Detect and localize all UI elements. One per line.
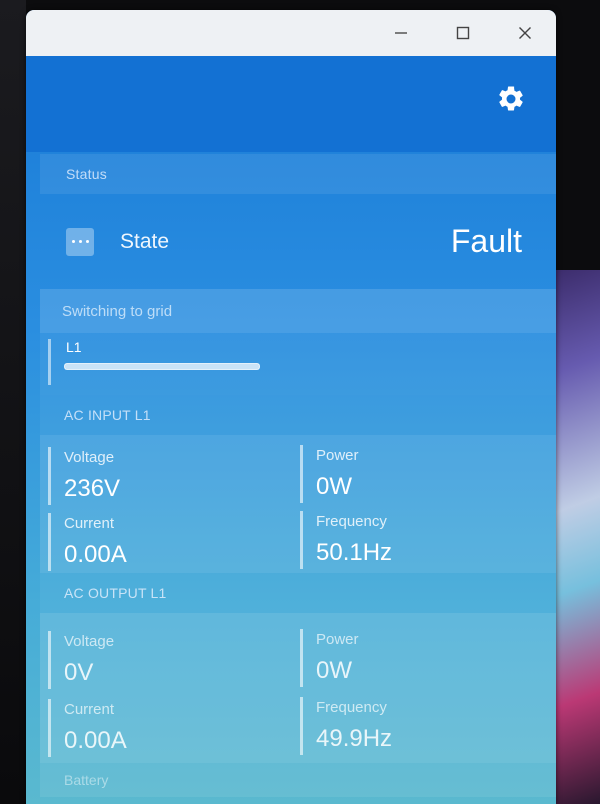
ac-output-current: Current 0.00A: [48, 697, 288, 759]
desktop-background: [0, 0, 26, 804]
current-label: Current: [64, 701, 115, 718]
accent-bar: [300, 629, 303, 687]
gear-icon: [496, 86, 526, 118]
accent-bar: [48, 339, 51, 385]
frequency-label: Frequency: [316, 699, 387, 716]
accent-bar: [48, 631, 51, 689]
minimize-button[interactable]: [370, 10, 432, 56]
ac-input-current: Current 0.00A: [48, 511, 288, 573]
main-content: Status State Fault Switching to grid L1 …: [26, 154, 556, 797]
l1-label: L1: [66, 339, 82, 355]
state-row: State Fault: [40, 194, 556, 289]
power-value: 0W: [316, 657, 352, 684]
voltage-label: Voltage: [64, 449, 115, 466]
ac-input-frequency: Frequency 50.1Hz: [300, 509, 540, 571]
accent-bar: [48, 447, 51, 505]
more-icon[interactable]: [66, 227, 94, 256]
ac-input-voltage: Voltage 236V: [48, 445, 288, 507]
close-button[interactable]: [494, 10, 556, 56]
current-label: Current: [64, 515, 115, 532]
maximize-button[interactable]: [432, 10, 494, 56]
app-bar: [26, 56, 556, 152]
voltage-label: Voltage: [64, 633, 115, 650]
title-bar: [26, 10, 556, 56]
frequency-value: 49.9Hz: [316, 725, 393, 752]
frequency-value: 50.1Hz: [316, 539, 393, 566]
voltage-value: 0V: [64, 659, 94, 686]
state-label: State: [120, 229, 170, 253]
accent-bar: [300, 511, 303, 569]
current-value: 0.00A: [64, 727, 127, 754]
ac-input-header: AC INPUT L1: [40, 395, 556, 435]
ac-input-panel: Voltage 236V Power 0W Current 0.00A Freq…: [40, 435, 556, 573]
accent-bar: [48, 513, 51, 571]
power-value: 0W: [316, 473, 352, 500]
ac-input-power: Power 0W: [300, 443, 540, 505]
minimize-icon: [394, 26, 408, 40]
close-icon: [518, 26, 532, 40]
ac-output-panel: Voltage 0V Power 0W Current 0.00A Freque…: [40, 613, 556, 763]
state-value: Fault: [450, 223, 522, 259]
current-value: 0.00A: [64, 541, 127, 568]
accent-bar: [300, 697, 303, 755]
power-label: Power: [316, 447, 359, 464]
switching-header: Switching to grid: [40, 289, 556, 333]
battery-header: Battery: [40, 763, 556, 797]
ac-output-frequency: Frequency 49.9Hz: [300, 695, 540, 757]
power-label: Power: [316, 631, 359, 648]
accent-bar: [48, 699, 51, 757]
status-section-header: Status: [40, 154, 556, 194]
l1-progress-row: L1: [40, 333, 556, 395]
l1-progress-fill: [65, 364, 259, 369]
maximize-icon: [456, 26, 470, 40]
voltage-value: 236V: [64, 475, 121, 502]
settings-button[interactable]: [496, 84, 526, 114]
frequency-label: Frequency: [316, 513, 387, 530]
ac-output-voltage: Voltage 0V: [48, 629, 288, 691]
l1-progress-bar: [64, 363, 260, 370]
accent-bar: [300, 445, 303, 503]
ac-output-header: AC OUTPUT L1: [40, 573, 556, 613]
ac-output-power: Power 0W: [300, 627, 540, 689]
app-window: Status State Fault Switching to grid L1 …: [26, 10, 556, 804]
